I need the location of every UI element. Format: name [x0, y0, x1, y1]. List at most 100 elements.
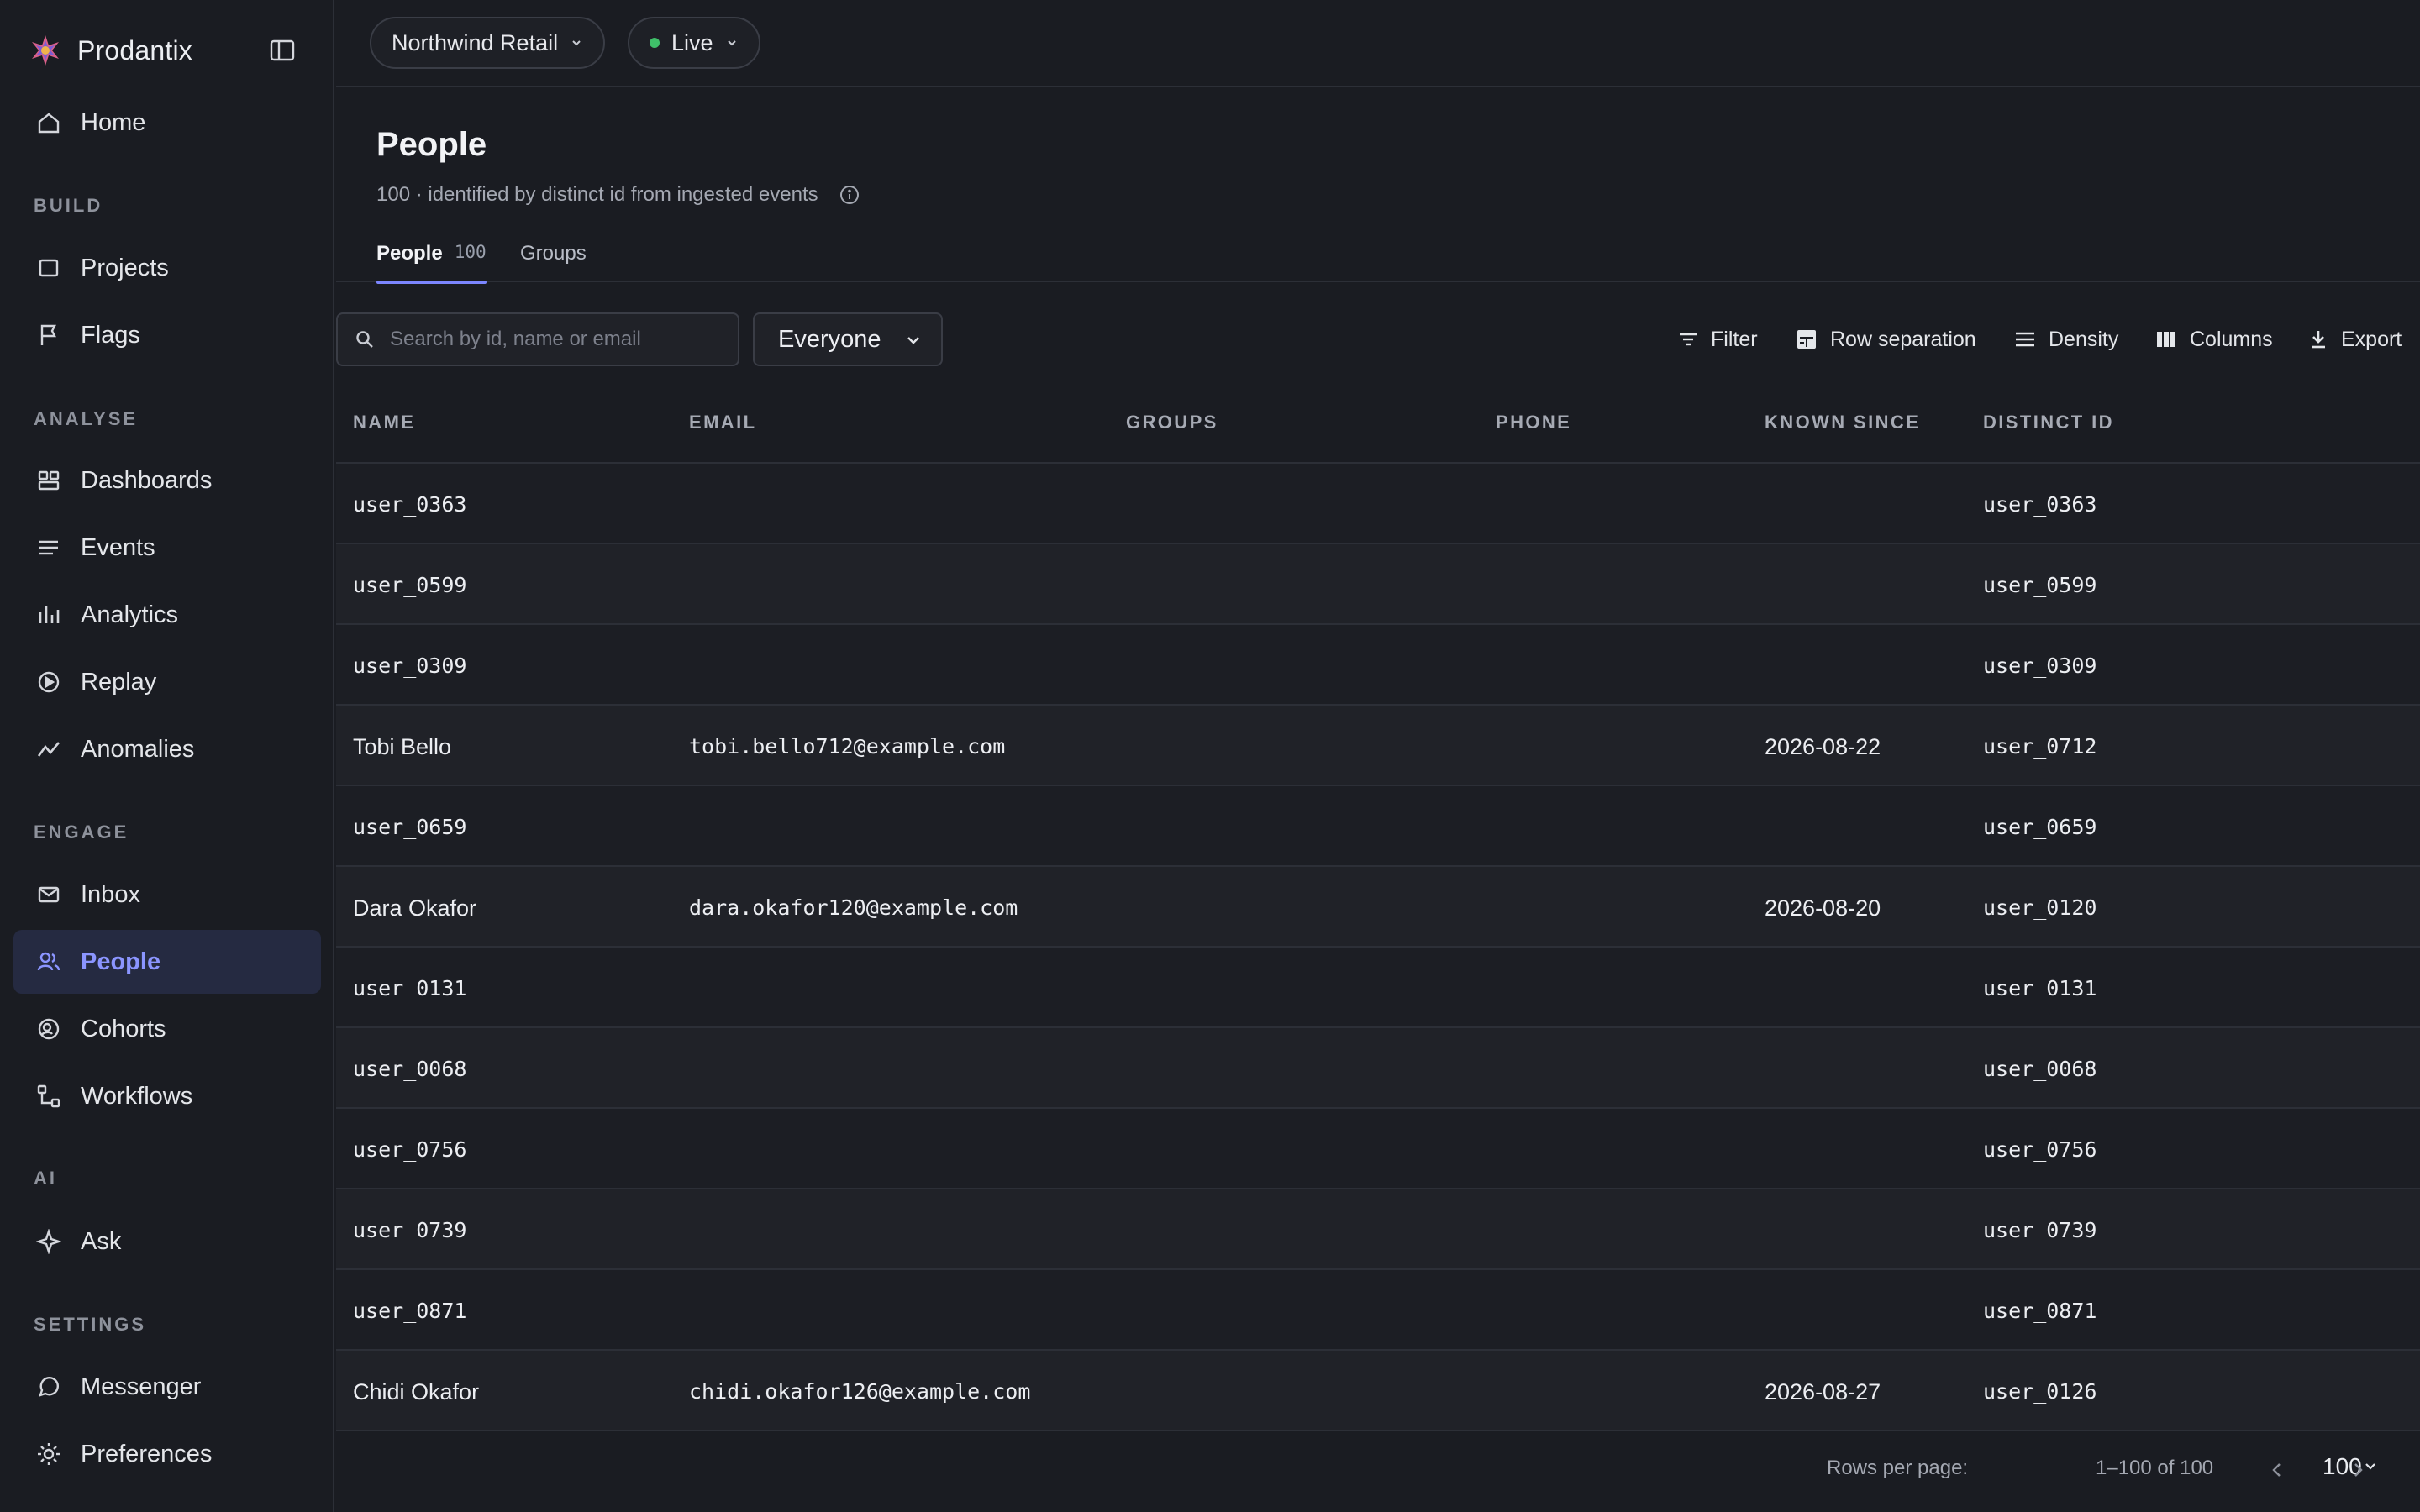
table-row[interactable]: user_0068 user_0068 — [336, 1028, 2420, 1109]
table-row[interactable]: user_0309 user_0309 — [336, 625, 2420, 706]
filter-label: Filter — [1711, 327, 1758, 351]
sidebar-item-home[interactable]: Home — [13, 91, 321, 155]
page-range: 1–100 of 100 — [2096, 1457, 2214, 1479]
search-field[interactable] — [336, 312, 739, 366]
chevron-down-icon — [727, 40, 736, 46]
mail-icon — [35, 881, 62, 908]
table-rows-icon — [1795, 328, 1818, 351]
column-header-known-since[interactable]: KNOWN SINCE — [1765, 412, 1920, 433]
environment-selector[interactable]: Live — [628, 17, 760, 69]
sidebar-item-label: People — [81, 948, 161, 975]
environment-name: Live — [671, 29, 713, 55]
chevron-left-icon — [2272, 1463, 2281, 1477]
table-row[interactable]: user_0363 user_0363 — [336, 464, 2420, 544]
tab-label: People — [376, 242, 443, 265]
cell-distinct-id: user_0126 — [1983, 1379, 2097, 1404]
column-header-name[interactable]: NAME — [353, 412, 415, 433]
density-icon — [2013, 328, 2037, 351]
workspace-name: Northwind Retail — [392, 29, 559, 55]
square-icon — [35, 255, 62, 281]
search-input[interactable] — [390, 328, 726, 351]
sidebar-item-dashboards[interactable]: Dashboards — [13, 449, 321, 512]
filter-icon — [1677, 328, 1699, 350]
cell-distinct-id: user_0871 — [1983, 1299, 2097, 1323]
cell-distinct-id: user_0756 — [1983, 1137, 2097, 1162]
table-row[interactable]: user_0871 user_0871 — [336, 1270, 2420, 1351]
table-row[interactable]: user_0739 user_0739 — [336, 1189, 2420, 1270]
workspace-selector[interactable]: Northwind Retail — [370, 17, 606, 69]
flag-icon — [35, 322, 62, 349]
play-circle-icon — [35, 669, 62, 696]
cell-name: Tobi Bello — [353, 734, 452, 759]
columns-button[interactable]: Columns — [2154, 323, 2273, 356]
cell-name: Chidi Okafor — [353, 1379, 480, 1404]
sidebar-item-people[interactable]: People — [13, 930, 321, 994]
cell-name: user_0739 — [353, 1218, 467, 1242]
app-name: Prodantix — [77, 34, 192, 66]
cell-name: user_0309 — [353, 654, 467, 678]
chat-icon — [35, 1373, 62, 1400]
previous-page-button[interactable] — [2260, 1453, 2294, 1487]
sidebar-item-projects[interactable]: Projects — [13, 236, 321, 300]
cell-distinct-id: user_0120 — [1983, 895, 2097, 920]
table-row[interactable]: Chidi Okafor chidi.okafor126@example.com 2… — [336, 1351, 2420, 1431]
column-header-distinct-id[interactable]: DISTINCT ID — [1983, 412, 2114, 433]
sidebar-item-inbox[interactable]: Inbox — [13, 863, 321, 927]
table-row[interactable]: user_0131 user_0131 — [336, 948, 2420, 1028]
table-row[interactable]: user_0659 user_0659 — [336, 786, 2420, 867]
page-subtitle: 100 · identified by distinct id from ing… — [376, 183, 860, 207]
sidebar-item-anomalies[interactable]: Anomalies — [13, 717, 321, 781]
table-row[interactable]: user_0599 user_0599 — [336, 544, 2420, 625]
column-header-email[interactable]: EMAIL — [689, 412, 756, 433]
filter-button[interactable]: Filter — [1677, 323, 1758, 356]
sidebar-item-label: Analytics — [81, 601, 179, 628]
sidebar-item-label: Flags — [81, 321, 140, 349]
cell-name: user_0363 — [353, 492, 467, 517]
cell-name: user_0659 — [353, 815, 467, 839]
sidebar-item-flags[interactable]: Flags — [13, 303, 321, 367]
sidebar-item-analytics[interactable]: Analytics — [13, 583, 321, 647]
column-header-groups[interactable]: GROUPS — [1126, 412, 1218, 433]
sidebar-item-cohorts[interactable]: Cohorts — [13, 997, 321, 1061]
tab-bar: People 100 Groups — [336, 240, 2420, 284]
sidebar-item-label: Ask — [81, 1227, 122, 1255]
sidebar-item-ask[interactable]: Ask — [13, 1210, 321, 1273]
cell-email: tobi.bello712@example.com — [689, 734, 1006, 759]
sidebar-item-preferences[interactable]: Preferences — [13, 1422, 321, 1486]
sidebar-item-label: Projects — [81, 254, 169, 281]
sidebar-item-events[interactable]: Events — [13, 516, 321, 580]
density-button[interactable]: Density — [2013, 323, 2118, 356]
sidebar-item-label: Dashboards — [81, 466, 213, 494]
density-label: Density — [2049, 327, 2119, 351]
list-icon — [35, 534, 62, 561]
gear-icon — [35, 1441, 62, 1467]
workflow-icon — [35, 1083, 62, 1110]
cell-known-since: 2026-08-20 — [1765, 895, 1881, 921]
table-row[interactable]: Dara Okafor dara.okafor120@example.com 202… — [336, 867, 2420, 948]
row-separation-button[interactable]: Row separation — [1795, 323, 1976, 356]
section-label-ai: AI — [34, 1168, 57, 1189]
export-button[interactable]: Export — [2307, 323, 2402, 356]
columns-icon — [2154, 328, 2178, 351]
sidebar-item-workflows[interactable]: Workflows — [13, 1064, 321, 1128]
segment-select[interactable]: Everyone — [753, 312, 943, 366]
sidebar-item-replay[interactable]: Replay — [13, 650, 321, 714]
table-row[interactable]: user_0756 user_0756 — [336, 1109, 2420, 1189]
tab-people[interactable]: People 100 — [376, 240, 487, 284]
tab-groups[interactable]: Groups — [520, 240, 587, 282]
column-header-phone[interactable]: PHONE — [1496, 412, 1571, 433]
sidebar-item-messenger[interactable]: Messenger — [13, 1355, 321, 1419]
cell-distinct-id: user_0739 — [1983, 1218, 2097, 1242]
home-icon — [35, 109, 62, 136]
sidebar-collapse-button[interactable] — [266, 34, 299, 67]
table-row[interactable]: Tobi Bello tobi.bello712@example.com 2026-… — [336, 706, 2420, 786]
sidebar-item-label: Cohorts — [81, 1015, 166, 1042]
next-page-button[interactable] — [2341, 1453, 2375, 1487]
topbar: Northwind Retail Live — [336, 0, 2420, 87]
page-title: People — [376, 126, 487, 163]
chevron-down-icon — [572, 40, 581, 46]
info-icon[interactable] — [839, 184, 860, 206]
cell-email: dara.okafor120@example.com — [689, 895, 1018, 920]
sidebar-item-label: Messenger — [81, 1373, 202, 1400]
people-icon — [35, 948, 62, 975]
